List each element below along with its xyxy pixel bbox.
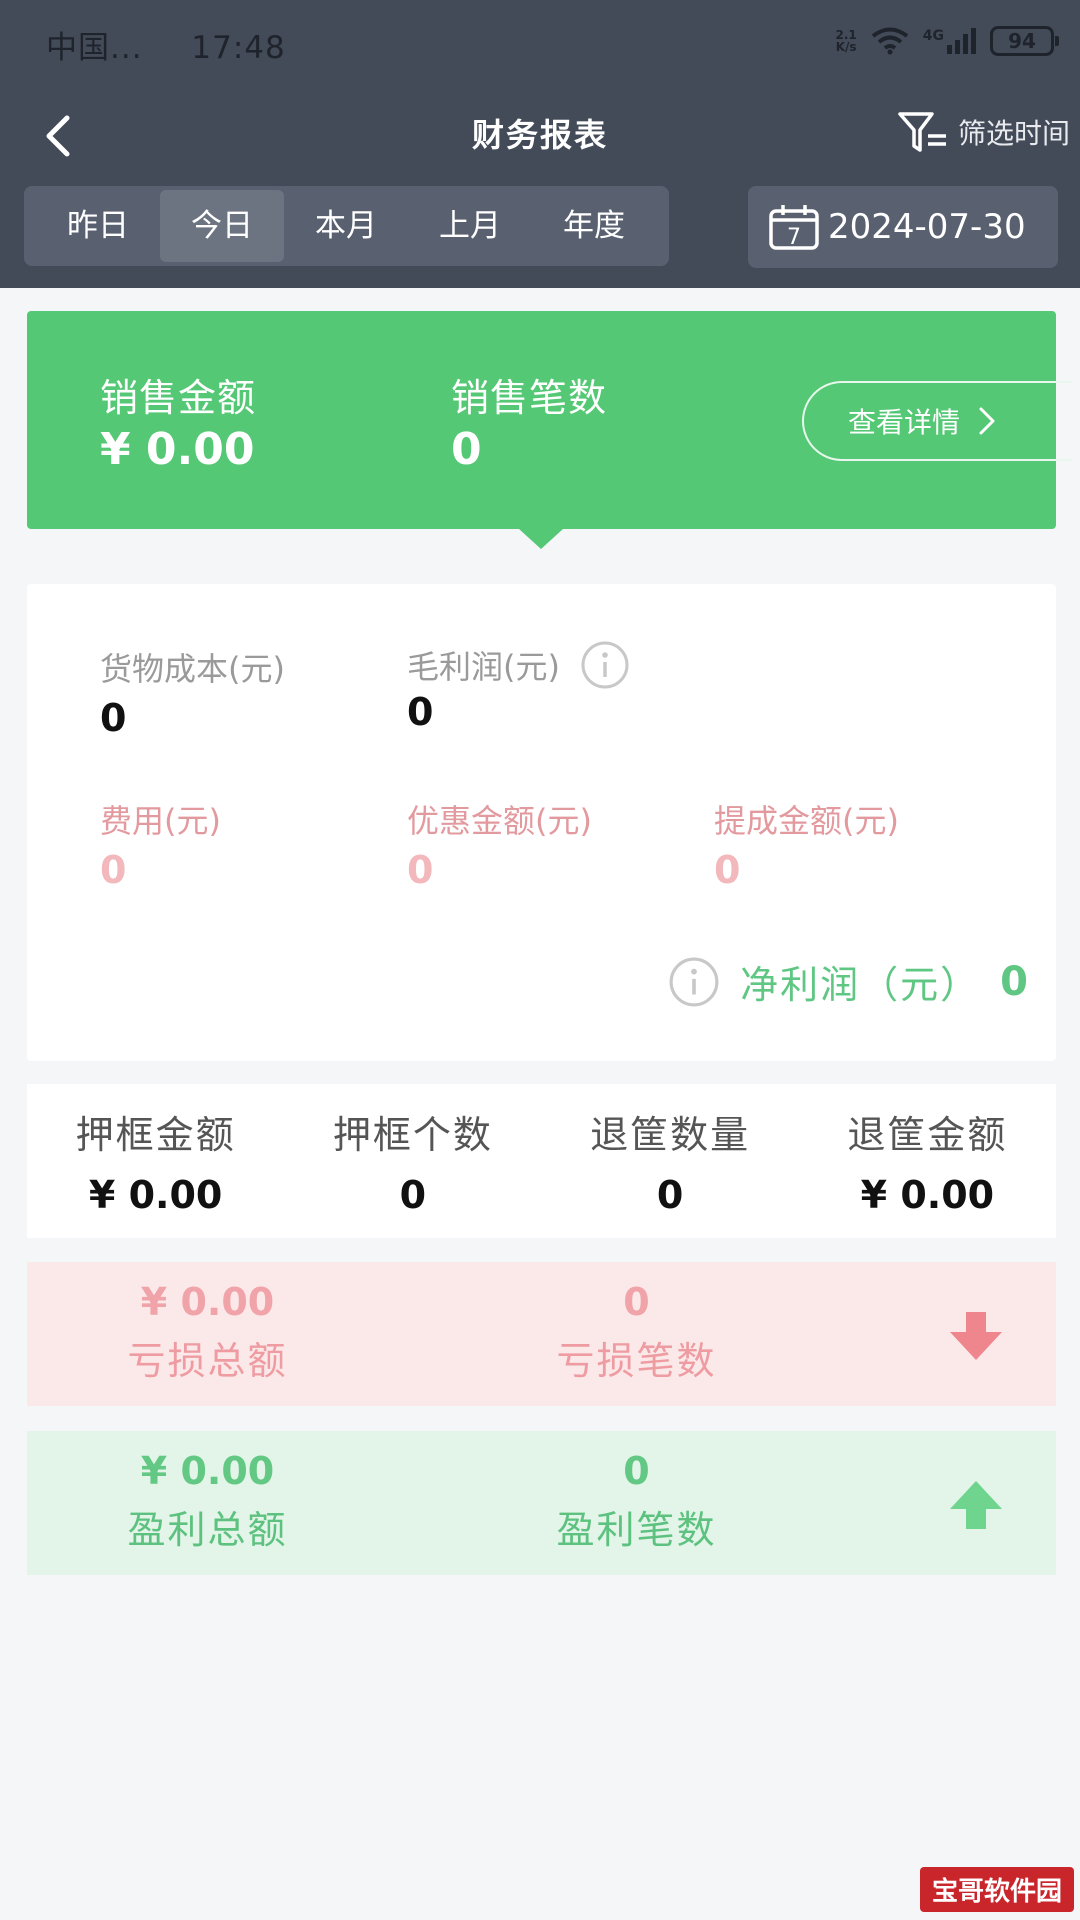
watermark-logo: 宝哥软件园 xyxy=(919,1867,1074,1912)
return-amount-stat: 退筐金额 ¥ 0.00 xyxy=(799,1084,1056,1238)
signal-indicator: 4G xyxy=(923,28,976,54)
view-details-label: 查看详情 xyxy=(848,406,961,439)
sales-amount-value: ¥ 0.00 xyxy=(100,424,255,475)
commission-metric: 提成金额(元) 0 xyxy=(714,796,899,892)
gain-total: ¥ 0.00 盈利总额 xyxy=(80,1449,335,1554)
network-type: 4G xyxy=(922,28,944,44)
commission-value: 0 xyxy=(714,848,741,892)
return-amount-label: 退筐金额 xyxy=(847,1113,1008,1157)
gain-count: 0 盈利笔数 xyxy=(509,1449,764,1554)
tab-last-month[interactable]: 上月 xyxy=(408,190,532,262)
gross-profit-label-row: 毛利润(元) xyxy=(407,640,630,690)
status-left: 中国... 17:48 xyxy=(46,22,286,67)
calendar-day: 7 xyxy=(787,225,801,250)
network-speed: 2.1 K/s xyxy=(836,29,857,53)
loss-summary-card[interactable]: ¥ 0.00 亏损总额 0 亏损笔数 xyxy=(27,1262,1056,1406)
gain-total-value: ¥ 0.00 xyxy=(140,1449,275,1493)
sales-amount: 销售金额 ¥ 0.00 xyxy=(100,367,256,475)
deposit-amount-value: ¥ 0.00 xyxy=(88,1173,223,1217)
net-profit-label: 净利润（元） xyxy=(740,963,981,1007)
net-profit-row: 净利润（元） 0 xyxy=(668,954,1028,1009)
loss-total: ¥ 0.00 亏损总额 xyxy=(80,1280,335,1385)
gross-profit-metric: 毛利润(元) 0 xyxy=(407,640,630,734)
expense-value: 0 xyxy=(100,848,127,892)
discount-metric: 优惠金额(元) 0 xyxy=(407,796,592,892)
net-profit-info-icon[interactable] xyxy=(668,956,720,1008)
deposit-amount-label: 押框金额 xyxy=(75,1113,236,1157)
deposit-count-stat: 押框个数 0 xyxy=(284,1084,541,1238)
return-quantity-stat: 退筐数量 0 xyxy=(542,1084,799,1238)
arrow-up-icon xyxy=(950,1481,1002,1529)
view-details-button[interactable]: 查看详情 xyxy=(802,381,1072,461)
discount-value: 0 xyxy=(407,848,434,892)
return-quantity-label: 退筐数量 xyxy=(590,1113,751,1157)
commission-label: 提成金额(元) xyxy=(714,802,899,840)
wifi-icon xyxy=(871,27,908,55)
tab-year[interactable]: 年度 xyxy=(532,190,656,262)
status-bar: 中国... 17:48 2.1 K/s 4G 94 xyxy=(0,0,1080,84)
tab-this-month[interactable]: 本月 xyxy=(284,190,408,262)
goods-cost-label: 货物成本(元) xyxy=(100,650,285,688)
status-time: 17:48 xyxy=(191,30,286,66)
gross-profit-info-icon[interactable] xyxy=(580,640,630,690)
carrier-name: 中国... xyxy=(46,30,143,66)
goods-cost-metric: 货物成本(元) 0 xyxy=(100,644,285,740)
loss-count-label: 亏损笔数 xyxy=(556,1339,717,1383)
sales-amount-label: 销售金额 xyxy=(100,376,257,420)
arrow-down-icon xyxy=(950,1312,1002,1360)
speed-unit: K/s xyxy=(835,40,857,54)
return-quantity-value: 0 xyxy=(656,1173,684,1217)
return-amount-value: ¥ 0.00 xyxy=(860,1173,995,1217)
filter-icon xyxy=(898,112,946,152)
chevron-right-icon xyxy=(979,407,995,435)
status-icons: 2.1 K/s 4G 94 xyxy=(836,26,1059,56)
filter-label: 筛选时间 xyxy=(957,117,1070,150)
sales-count-label: 销售笔数 xyxy=(451,376,608,420)
date-value: 2024-07-30 xyxy=(828,207,1026,247)
net-profit-value: 0 xyxy=(1000,958,1028,1005)
loss-count-value: 0 xyxy=(623,1280,650,1324)
loss-total-value: ¥ 0.00 xyxy=(140,1280,275,1324)
calendar-icon: 7 xyxy=(769,205,819,250)
signal-icon xyxy=(947,28,976,54)
gain-count-label: 盈利笔数 xyxy=(556,1508,717,1552)
tab-today[interactable]: 今日 xyxy=(160,190,284,262)
deposit-amount-stat: 押框金额 ¥ 0.00 xyxy=(27,1084,284,1238)
profit-detail-card: 货物成本(元) 0 毛利润(元) 0 费用(元) 0 优惠金额(元) 0 提成金… xyxy=(27,584,1056,1061)
nav-bar: 财务报表 筛选时间 xyxy=(0,92,1080,172)
profit-summary-card[interactable]: ¥ 0.00 盈利总额 0 盈利笔数 xyxy=(27,1431,1056,1575)
gain-count-value: 0 xyxy=(623,1449,650,1493)
loss-count: 0 亏损笔数 xyxy=(509,1280,764,1385)
expense-metric: 费用(元) 0 xyxy=(100,796,221,892)
sales-count: 销售笔数 0 xyxy=(451,367,607,475)
deposit-count-label: 押框个数 xyxy=(332,1113,493,1157)
gross-profit-value: 0 xyxy=(407,690,434,734)
gain-total-label: 盈利总额 xyxy=(127,1508,288,1552)
period-tabs: 昨日 今日 本月 上月 年度 xyxy=(24,186,669,266)
header: 中国... 17:48 2.1 K/s 4G 94 财务报表 筛选时间 昨日 今… xyxy=(0,0,1080,288)
sales-summary-card: 销售金额 ¥ 0.00 销售笔数 0 查看详情 xyxy=(27,311,1072,529)
gross-profit-label: 毛利润(元) xyxy=(407,648,560,686)
goods-cost-value: 0 xyxy=(100,696,127,740)
discount-label: 优惠金额(元) xyxy=(407,802,592,840)
sales-count-value: 0 xyxy=(451,424,482,475)
filter-time-button[interactable]: 筛选时间 xyxy=(896,108,1070,156)
battery-icon: 94 xyxy=(990,26,1059,56)
date-picker[interactable]: 7 2024-07-30 xyxy=(748,186,1058,268)
deposit-count-value: 0 xyxy=(399,1173,427,1217)
expense-label: 费用(元) xyxy=(100,802,221,840)
crate-deposit-stats: 押框金额 ¥ 0.00 押框个数 0 退筐数量 0 退筐金额 ¥ 0.00 xyxy=(27,1084,1056,1238)
tab-yesterday[interactable]: 昨日 xyxy=(36,190,160,262)
loss-total-label: 亏损总额 xyxy=(127,1339,288,1383)
